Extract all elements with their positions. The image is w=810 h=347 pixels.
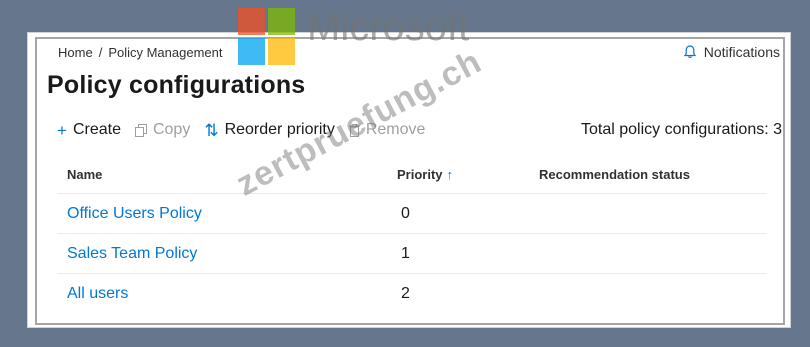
reorder-icon: ⇅ <box>204 120 219 140</box>
table-row[interactable]: Sales Team Policy 1 <box>57 233 767 274</box>
copy-icon <box>134 123 147 137</box>
copy-label: Copy <box>152 121 191 138</box>
column-header-priority[interactable]: Priority ↑ <box>387 155 529 194</box>
arrow-up-icon: ↑ <box>446 166 454 182</box>
policy-recommendation-status <box>529 193 767 234</box>
column-header-recommendation-label: Recommendation status <box>539 166 690 182</box>
table-row[interactable]: All users 2 <box>57 274 767 314</box>
create-label: Create <box>72 121 121 138</box>
breadcrumb-home[interactable]: Home <box>58 45 93 60</box>
reorder-label: Reorder priority <box>224 121 335 138</box>
policy-recommendation-status <box>529 274 767 314</box>
column-header-recommendation[interactable]: Recommendation status <box>529 155 767 194</box>
policy-recommendation-status <box>529 233 767 274</box>
remove-label: Remove <box>365 121 426 138</box>
breadcrumb: Home / Policy Management <box>58 45 222 60</box>
copy-button[interactable]: Copy <box>134 121 191 139</box>
bell-icon <box>683 45 696 58</box>
breadcrumb-current: Policy Management <box>108 45 223 60</box>
table-header-row: Name Priority ↑ Recommendation status <box>57 155 767 194</box>
trash-icon <box>348 123 360 137</box>
page-title: Policy configurations <box>47 71 306 99</box>
reorder-priority-button[interactable]: ⇅ Reorder priority <box>204 121 335 139</box>
policy-name-link[interactable]: Office Users Policy <box>57 193 387 234</box>
notifications-label: Notifications <box>703 44 780 60</box>
total-count: Total policy configurations: 3 <box>581 121 782 138</box>
plus-icon: + <box>57 120 67 140</box>
policy-priority: 1 <box>387 233 529 274</box>
policy-priority: 0 <box>387 193 529 234</box>
policy-name-link[interactable]: Sales Team Policy <box>57 233 387 274</box>
create-button[interactable]: + Create <box>57 121 121 139</box>
remove-button[interactable]: Remove <box>348 121 426 139</box>
column-header-name[interactable]: Name <box>57 155 387 194</box>
policy-table: Name Priority ↑ Recommendation status Off… <box>57 155 767 313</box>
breadcrumb-separator: / <box>98 45 103 60</box>
command-bar: + Create Copy ⇅ Reorder priority Remove … <box>57 118 782 142</box>
column-header-name-label: Name <box>67 166 103 182</box>
policy-priority: 2 <box>401 284 410 302</box>
table-row[interactable]: Office Users Policy 0 <box>57 193 767 234</box>
notifications-button[interactable]: Notifications <box>683 44 780 60</box>
column-header-priority-label: Priority <box>397 166 443 182</box>
policy-name-link[interactable]: All users <box>57 274 387 314</box>
